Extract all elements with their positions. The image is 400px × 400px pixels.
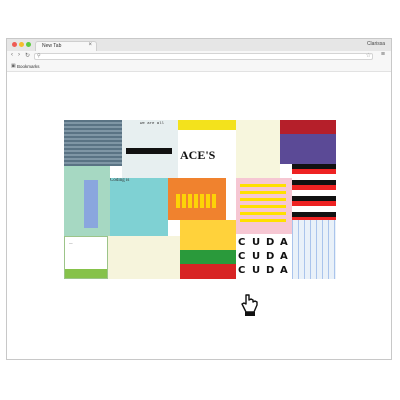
- glyph: A: [280, 265, 288, 276]
- close-window-button[interactable]: [12, 42, 17, 47]
- reload-icon[interactable]: ↻: [25, 52, 30, 59]
- glyph: D: [266, 265, 275, 276]
- tile-mint: [64, 166, 110, 236]
- glyph: A: [280, 237, 288, 248]
- tile-glyphs: C U D A C U D A C U D A: [236, 234, 292, 279]
- tile-green-card: —: [64, 236, 108, 279]
- tab-new-tab[interactable]: New Tab ×: [35, 41, 97, 51]
- bookmarks-bar: ▣ Bookmarks: [7, 62, 391, 72]
- tile-blue-block: [84, 180, 98, 228]
- tile-red-band: [180, 264, 236, 279]
- star-icon[interactable]: ☆: [366, 52, 371, 59]
- tile-yellow-band: [178, 120, 236, 130]
- forward-icon[interactable]: ›: [18, 52, 20, 58]
- glyph: D: [266, 251, 275, 262]
- hand-pointer-icon: [241, 294, 258, 316]
- glyph: D: [266, 237, 275, 248]
- tile-green-band: [65, 269, 107, 278]
- tile-text: we are all: [140, 122, 165, 126]
- close-icon[interactable]: ×: [88, 42, 92, 48]
- glyph: C: [238, 237, 246, 248]
- tile-we-are-all: we are all: [122, 120, 178, 178]
- tile-red-band: [280, 120, 336, 134]
- glyph: U: [252, 265, 261, 276]
- mosaic-collage: we are all ACE'S Coding is — C U D A C U…: [64, 120, 336, 279]
- tile-light-blue: [292, 220, 336, 279]
- tile-coding-is: Coding is: [110, 178, 168, 236]
- glyph: C: [238, 265, 246, 276]
- tile-card-text: —: [69, 241, 73, 245]
- bookmark-icon: ▣: [11, 63, 16, 69]
- profile-name[interactable]: Clarissa: [367, 41, 385, 47]
- tile-purple: [280, 120, 336, 164]
- glyph: U: [252, 251, 261, 262]
- bookmarks-label[interactable]: Bookmarks: [17, 64, 40, 69]
- tile-aces: ACE'S: [178, 120, 236, 178]
- tile-yellow-text-lines: [240, 184, 286, 224]
- tile-text: ACE'S: [180, 148, 216, 162]
- minimize-window-button[interactable]: [19, 42, 24, 47]
- maximize-window-button[interactable]: [26, 42, 31, 47]
- tile-pink: [236, 178, 292, 234]
- glyph: U: [252, 237, 261, 248]
- tile-blue-gray: [64, 120, 122, 166]
- tile-cream: [236, 120, 280, 178]
- tile-dash-pattern: [176, 194, 216, 208]
- tile-pattern: [292, 220, 336, 279]
- tile-text: Coding is: [110, 178, 130, 183]
- tile-black-bar: [126, 148, 172, 154]
- search-icon: ⚲: [37, 53, 41, 59]
- menu-icon[interactable]: ≡: [381, 51, 385, 58]
- address-bar[interactable]: ⚲: [34, 53, 373, 60]
- tab-label: New Tab: [42, 43, 62, 49]
- back-icon[interactable]: ‹: [11, 52, 13, 58]
- tile-red-black-stripes: [292, 164, 336, 220]
- tile-yellow-green-red: [180, 220, 236, 279]
- glyph: C: [238, 251, 246, 262]
- tile-cream-2: [108, 236, 180, 279]
- tile-orange: [168, 178, 226, 220]
- glyph: A: [280, 251, 288, 262]
- tile-stripes: [292, 164, 336, 220]
